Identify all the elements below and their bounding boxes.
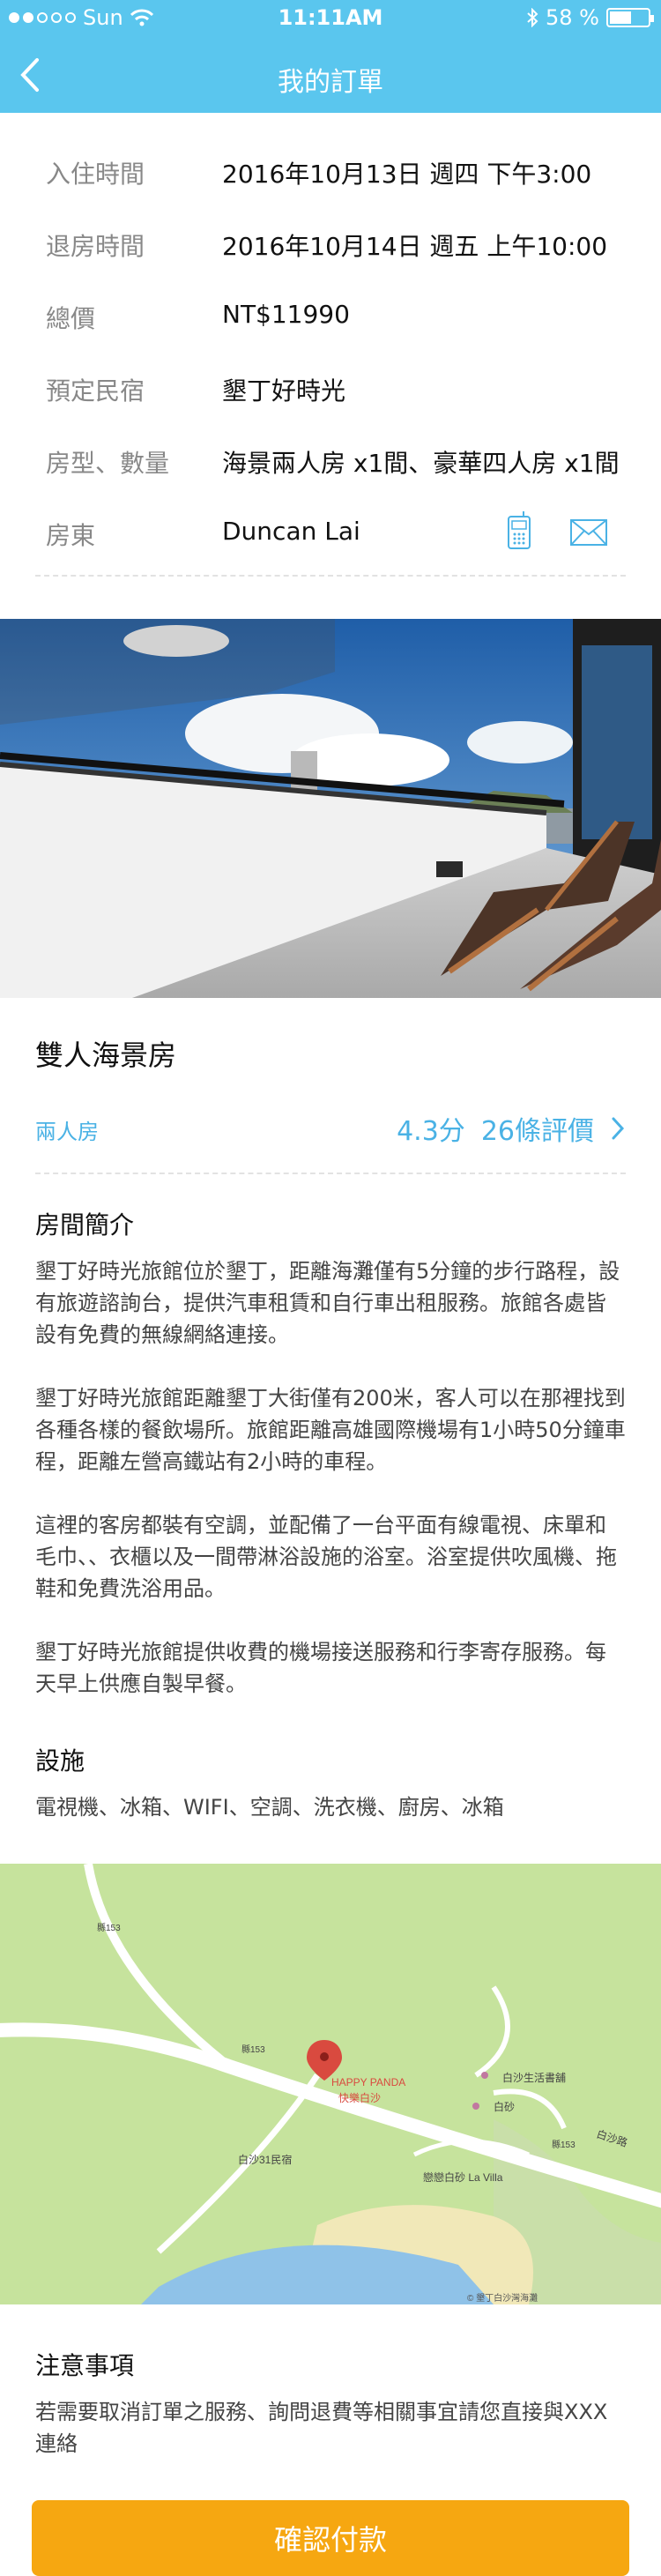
total-price-value: NT$11990 — [222, 300, 350, 329]
map-copyright: © 墾丁白沙灣海灘 — [467, 2292, 538, 2304]
facilities-heading: 設施 — [35, 1746, 85, 1776]
host-label: 房東 — [46, 521, 96, 550]
intro-paragraph: 墾丁好時光旅館提供收費的機場接送服務和行李寄存服務。每天早上供應自製早餐。 — [35, 1640, 606, 1696]
room-title: 雙人海景房 — [35, 1039, 177, 1072]
divider — [35, 1173, 626, 1174]
map-place-label: 戀戀白砂 La Villa — [423, 2170, 503, 2184]
host-name: Duncan Lai — [222, 517, 360, 546]
booking-info: 入住時間 2016年10月13日 週四 下午3:00 退房時間 2016年10月… — [35, 141, 626, 577]
mail-icon[interactable] — [569, 510, 608, 550]
battery-percent: 58 % — [546, 5, 599, 30]
map-place-label: 白沙31民宿 — [238, 2153, 292, 2166]
bluetooth-icon — [527, 8, 538, 27]
checkout-value: 2016年10月14日 週五 上午10:00 — [222, 232, 608, 261]
checkout-label: 退房時間 — [46, 232, 145, 261]
checkin-row: 入住時間 2016年10月13日 週四 下午3:00 — [35, 141, 626, 213]
intro-heading: 房間簡介 — [35, 1210, 135, 1240]
room-intro: 房間簡介 墾丁好時光旅館位於墾丁，距離海灘僅有5分鐘的步行路程，設有旅遊諮詢台，… — [35, 1206, 626, 1731]
confirm-payment-button[interactable]: 確認付款 — [32, 2500, 629, 2576]
total-price-label: 總價 — [46, 304, 96, 333]
map-road-label: 縣153 — [97, 1923, 121, 1933]
rating-score: 4.3分 — [397, 1116, 465, 1147]
intro-paragraph: 墾丁好時光旅館距離墾丁大街僅有200米，客人可以在那裡找到各種各樣的餐飲場所。旅… — [35, 1386, 626, 1474]
battery-level — [610, 11, 631, 24]
map-road-label: 縣153 — [552, 2140, 576, 2150]
room-meta: 兩人房 4.3分 26條評價 — [35, 1104, 626, 1148]
map-marker-label-zh: 快樂白沙 — [338, 2091, 381, 2104]
checkout-row: 退房時間 2016年10月14日 週五 上午10:00 — [35, 213, 626, 286]
system-indicators: 58 % — [526, 5, 654, 30]
map-road-label: 縣153 — [241, 2044, 265, 2055]
phone-icon[interactable] — [506, 510, 532, 550]
intro-paragraph: 這裡的客房都裝有空調，並配備了一台平面有線電視、床單和毛巾、、衣櫃以及一間帶淋浴… — [35, 1513, 617, 1601]
room-type-row: 房型、數量 海景兩人房 x1間、豪華四人房 x1間 — [35, 430, 626, 503]
review-count: 26條評價 — [480, 1116, 594, 1147]
room-photo[interactable] — [0, 619, 661, 998]
notice: 注意事項 若需要取消訂單之服務、詢問退費等相關事宜請您直接與XXX連絡 — [35, 2347, 626, 2491]
reviews-link[interactable]: 4.3分 26條評價 — [397, 1109, 626, 1148]
checkin-label: 入住時間 — [46, 160, 145, 189]
total-price-row: 總價 NT$11990 — [35, 286, 626, 358]
guesthouse-row: 預定民宿 墾丁好時光 — [35, 358, 626, 430]
host-contact — [506, 510, 608, 550]
map-marker-label: HAPPY PANDA — [331, 2076, 405, 2088]
guesthouse-label: 預定民宿 — [46, 376, 145, 406]
page-title: 我的訂單 — [278, 67, 383, 98]
host-row: 房東 Duncan Lai — [35, 503, 626, 575]
room-capacity: 兩人房 — [35, 1120, 99, 1144]
map-place-label: 白沙生活書舖 — [502, 2071, 566, 2084]
facilities: 設施 電視機、冰箱、WIFI、空調、洗衣機、廚房、冰箱 — [35, 1742, 626, 1855]
header-bar: Sun 11:11AM 58 % 我的訂單 — [0, 0, 661, 113]
notice-heading: 注意事項 — [35, 2351, 135, 2380]
intro-paragraph: 墾丁好時光旅館位於墾丁，距離海灘僅有5分鐘的步行路程，設有旅遊諮詢台，提供汽車租… — [35, 1259, 620, 1347]
guesthouse-value: 墾丁好時光 — [222, 376, 346, 406]
divider — [35, 575, 626, 577]
facilities-list: 電視機、冰箱、WIFI、空調、洗衣機、廚房、冰箱 — [35, 1795, 504, 1820]
location-map[interactable]: HAPPY PANDA 快樂白沙 白沙生活書舖 白砂 白沙31民宿 戀戀白砂 L… — [0, 1864, 661, 2304]
notice-text: 若需要取消訂單之服務、詢問退費等相關事宜請您直接與XXX連絡 — [35, 2400, 608, 2456]
map-place-label: 白砂 — [494, 2100, 515, 2113]
status-bar: Sun 11:11AM 58 % — [0, 0, 661, 35]
battery-icon — [606, 8, 654, 27]
room-type-value: 海景兩人房 x1間、豪華四人房 x1間 — [222, 449, 620, 478]
room-type-label: 房型、數量 — [46, 449, 170, 478]
chevron-right-icon — [612, 1117, 625, 1140]
checkin-value: 2016年10月13日 週四 下午3:00 — [222, 160, 592, 189]
